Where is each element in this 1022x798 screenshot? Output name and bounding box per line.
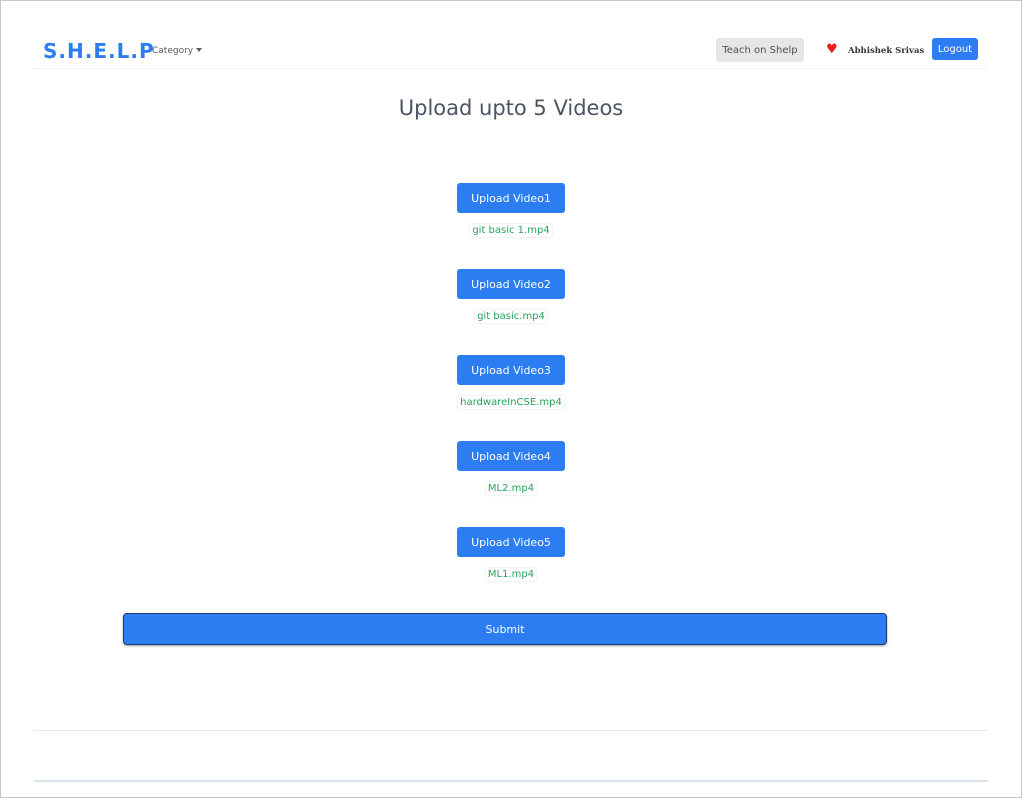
file-name-text: ML1.mp4 [485, 568, 537, 581]
upload-video1-button[interactable]: Upload Video1 [457, 183, 565, 213]
upload-video2-button[interactable]: Upload Video2 [457, 269, 565, 299]
file-name-video2: git basic.mp4 [0, 310, 1022, 323]
user-name[interactable]: Abhishek Srivas [848, 46, 924, 56]
logout-button[interactable]: Logout [932, 38, 978, 60]
page-title: Upload upto 5 Videos [398, 96, 624, 120]
chevron-down-icon [196, 48, 203, 52]
heart-icon[interactable]: ♥ [826, 43, 838, 56]
brand-logo[interactable]: S.H.E.L.P [43, 39, 155, 63]
footer-divider [34, 730, 988, 731]
category-dropdown[interactable]: Category [152, 46, 203, 56]
navbar: S.H.E.L.P Category Teach on Shelp ♥ Abhi… [34, 34, 988, 69]
file-name-text: hardwareInCSE.mp4 [458, 396, 564, 409]
upload-video5-button[interactable]: Upload Video5 [457, 527, 565, 557]
file-name-video4: ML2.mp4 [0, 482, 1022, 495]
file-name-video1: git basic 1.mp4 [0, 224, 1022, 237]
footer-divider-bottom [34, 780, 988, 782]
submit-button[interactable]: Submit [123, 613, 887, 645]
file-name-text: git basic 1.mp4 [470, 224, 552, 237]
file-name-video5: ML1.mp4 [0, 568, 1022, 581]
teach-on-shelp-button[interactable]: Teach on Shelp [716, 38, 804, 62]
file-name-text: ML2.mp4 [485, 482, 537, 495]
file-name-text: git basic.mp4 [475, 310, 547, 323]
upload-video4-button[interactable]: Upload Video4 [457, 441, 565, 471]
file-name-video3: hardwareInCSE.mp4 [0, 396, 1022, 409]
upload-video3-button[interactable]: Upload Video3 [457, 355, 565, 385]
category-label: Category [152, 46, 194, 56]
